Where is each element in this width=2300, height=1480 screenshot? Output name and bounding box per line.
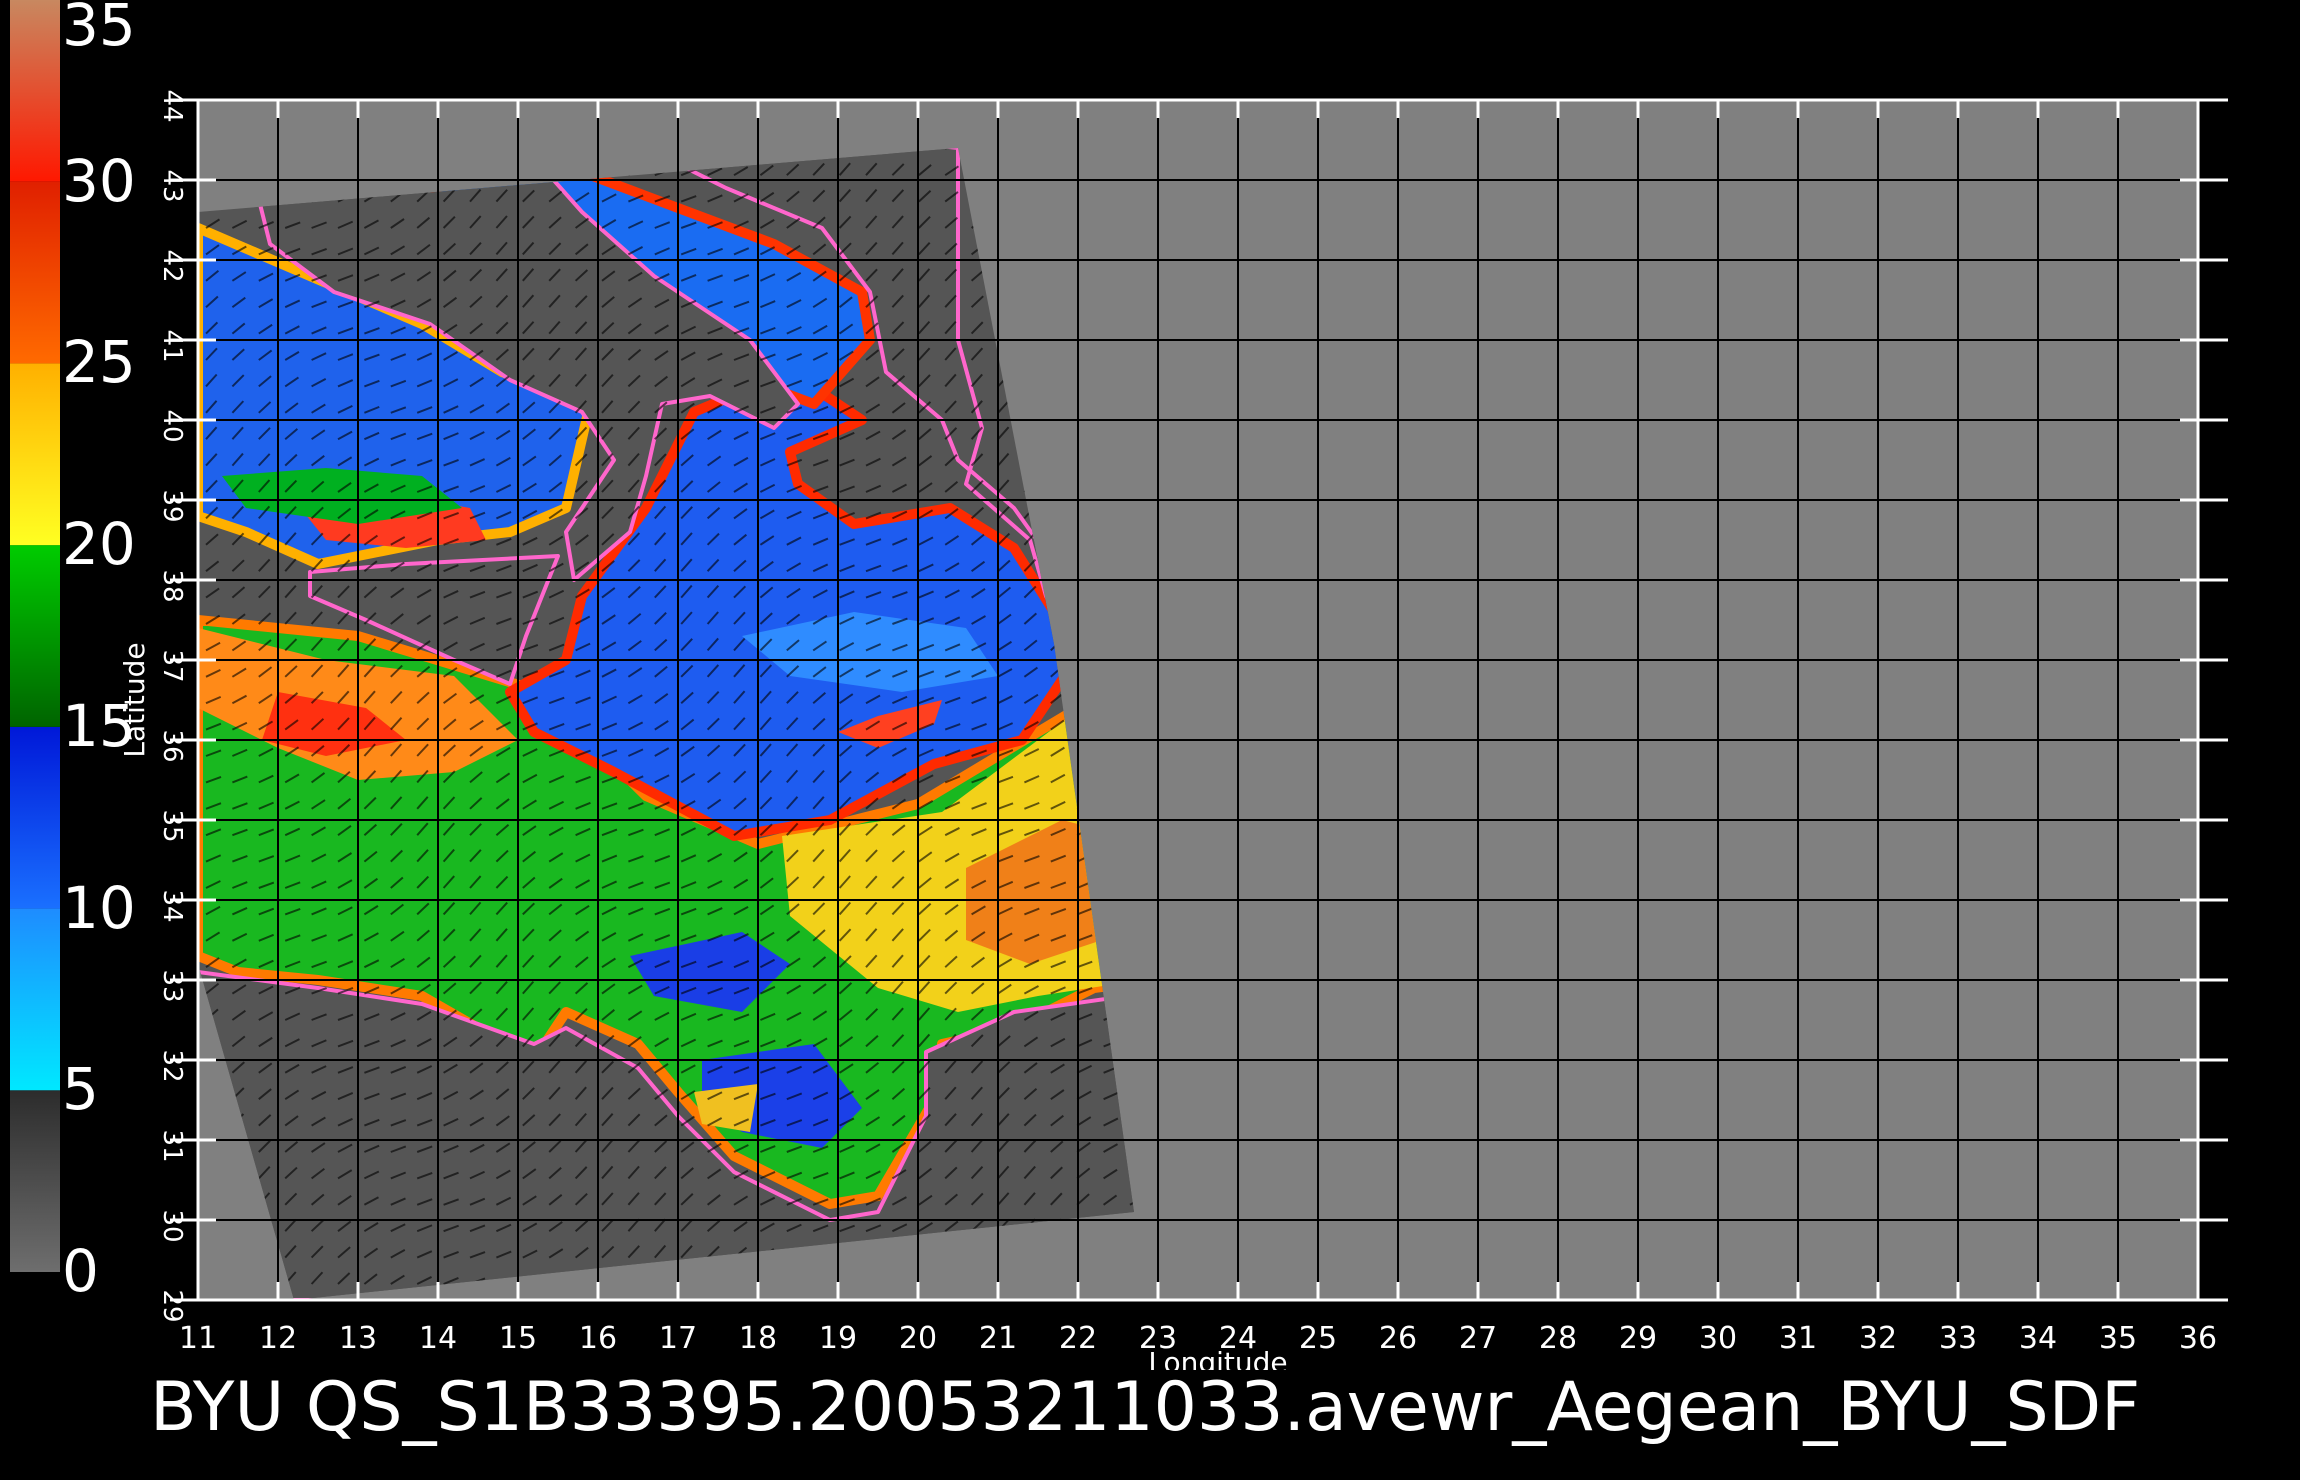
x-tick-label: 32	[1859, 1321, 1897, 1356]
wind-speed-map: 11 12 13 14 15 16 17 18 19 20 21 22 23 24 25 26 27 28 29 30…	[118, 89, 2228, 1370]
y-tick-label: 31	[157, 1129, 187, 1162]
x-tick-label: 29	[1619, 1321, 1657, 1356]
x-tick-label: 25	[1299, 1321, 1337, 1356]
y-tick-label: 42	[157, 249, 187, 282]
y-tick-label: 44	[157, 89, 187, 122]
x-tick-label: 21	[979, 1321, 1017, 1356]
y-tick-label: 38	[157, 569, 187, 602]
y-tick-label: 43	[157, 169, 187, 202]
y-tick-label: 37	[157, 649, 187, 682]
y-tick-label: 29	[157, 1289, 187, 1322]
x-tick-label: 33	[1939, 1321, 1977, 1356]
x-tick-label: 36	[2179, 1321, 2217, 1356]
x-tick-label: 35	[2099, 1321, 2137, 1356]
y-tick-label: 40	[157, 409, 187, 442]
wind-map-figure: 35 30 25 20 15 10 5 0 11 12 13 14 15 16 17 18 19 20 21 22 2…	[0, 0, 2300, 1480]
y-tick-label: 30	[157, 1209, 187, 1242]
y-axis-label: Latitude	[118, 642, 151, 757]
x-tick-label: 27	[1459, 1321, 1497, 1356]
x-tick-label: 22	[1059, 1321, 1097, 1356]
y-tick-label: 39	[157, 489, 187, 522]
x-axis-label: Longitude	[1148, 1346, 1287, 1370]
y-tick-label: 32	[157, 1049, 187, 1082]
x-tick-label: 16	[579, 1321, 617, 1356]
x-tick-label: 18	[739, 1321, 777, 1356]
x-tick-label: 31	[1779, 1321, 1817, 1356]
x-tick-label: 14	[419, 1321, 457, 1356]
x-tick-label: 34	[2019, 1321, 2057, 1356]
x-tick-label: 19	[819, 1321, 857, 1356]
x-tick-label: 12	[259, 1321, 297, 1356]
x-tick-label: 13	[339, 1321, 377, 1356]
x-tick-label: 30	[1699, 1321, 1737, 1356]
y-tick-label: 41	[157, 329, 187, 362]
x-tick-label: 11	[179, 1321, 217, 1356]
figure-title: BYU QS_S1B33395.20053211033.avewr_Aegean…	[150, 1368, 2141, 1447]
y-tick-label: 36	[157, 729, 187, 762]
y-tick-label: 35	[157, 809, 187, 842]
y-tick-label: 34	[157, 889, 187, 922]
x-tick-label: 26	[1379, 1321, 1417, 1356]
x-tick-label: 17	[659, 1321, 697, 1356]
y-tick-label: 33	[157, 969, 187, 1002]
x-tick-label: 20	[899, 1321, 937, 1356]
x-tick-label: 28	[1539, 1321, 1577, 1356]
x-tick-label: 15	[499, 1321, 537, 1356]
